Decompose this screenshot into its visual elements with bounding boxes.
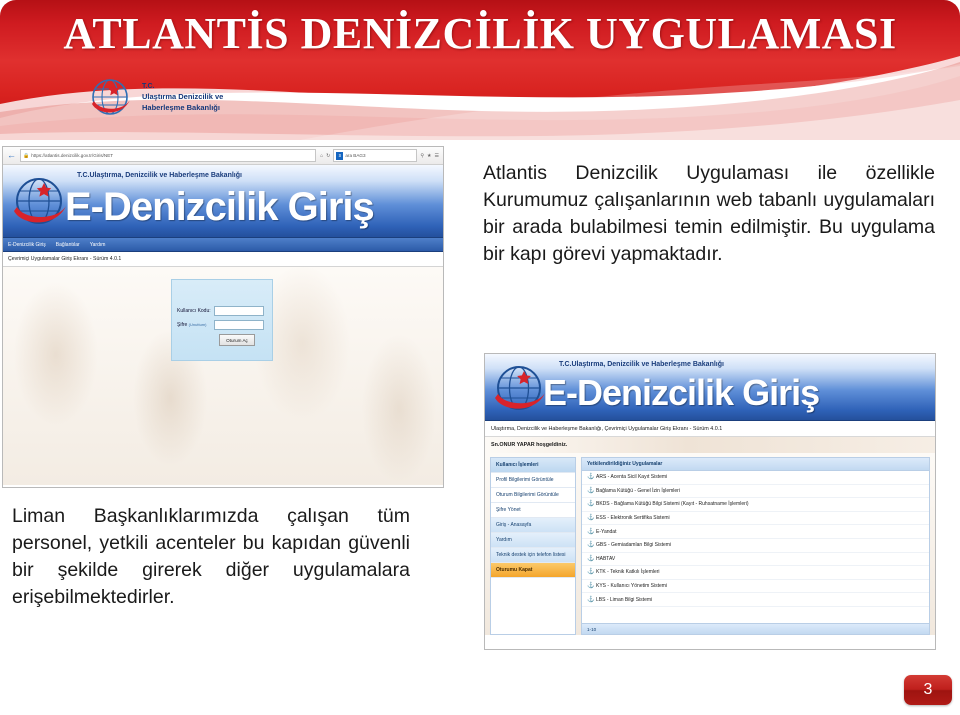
- portal-version-line: Ulaştırma, Denizcilik ve Haberleşme Baka…: [485, 421, 935, 437]
- lock-icon: 🔒: [23, 152, 30, 159]
- portal-header-loggedin: T.C.Ulaştırma, Denizcilik ve Haberleşme …: [485, 354, 935, 421]
- sidebar-item-oturumu-kapat[interactable]: Oturumu Kapat: [491, 563, 575, 578]
- refresh-icon[interactable]: ↻: [326, 153, 330, 159]
- username-row: Kullanıcı Kodu:: [177, 306, 272, 316]
- favorites-icon[interactable]: ★: [427, 153, 431, 159]
- portal-title: E-Denizcilik Giriş: [543, 372, 820, 413]
- list-item[interactable]: ⚓ Bağlama Kütüğü - Genel İzin İşlemleri: [582, 485, 929, 499]
- sidebar-item-giris-anasayfa[interactable]: Giriş - Anasayfa: [491, 518, 575, 533]
- login-form: Kullanıcı Kodu: Şifre (Unuttum) Oturum A…: [171, 279, 273, 361]
- anchor-icon: ⚓: [587, 569, 595, 576]
- ministry-line-1: Ulaştırma Denizcilik ve: [142, 92, 224, 102]
- anchor-icon: ⚓: [587, 583, 595, 590]
- anchor-icon: ⚓: [587, 555, 595, 562]
- anchor-icon: ⚓: [587, 474, 595, 481]
- list-item[interactable]: ⚓ E-Yandat: [582, 525, 929, 539]
- browser-search-value: ara BAG3: [345, 153, 366, 158]
- address-bar-url: https://atlantis.denizcilik.gov.tr/Giris…: [31, 153, 114, 158]
- page-number-badge: 3: [904, 675, 952, 705]
- list-item-label: Bağlama Kütüğü - Genel İzin İşlemleri: [596, 487, 680, 494]
- browser-search-box[interactable]: s ara BAG3: [333, 149, 418, 162]
- anchor-icon: ⚓: [587, 596, 595, 603]
- list-item-label: KTK - Teknik Katkılı İşlemleri: [596, 569, 660, 576]
- list-item-label: GBS - Gemiadamları Bilgi Sistemi: [596, 542, 672, 549]
- search-engine-icon: s: [336, 151, 344, 160]
- username-input[interactable]: [214, 306, 264, 316]
- page-title: ATLANTİS DENİZCİLİK UYGULAMASI: [63, 9, 897, 58]
- portal-title: E-Denizcilik Giriş: [65, 185, 375, 229]
- applications-list-header: Yetkilendirildiğiniz Uygulamalar: [582, 458, 929, 471]
- list-item-label: ESS - Elektronik Sertifika Sistemi: [596, 515, 670, 522]
- globe-crescent-star-icon: [88, 74, 134, 122]
- nav-item-baglantilar[interactable]: Bağlantılar: [56, 242, 80, 248]
- ministry-line-2: Haberleşme Bakanlığı: [142, 103, 220, 113]
- sidebar-item-profil-goruntule[interactable]: Profil Bilgilerimi Görüntüle: [491, 473, 575, 488]
- list-item[interactable]: ⚓ ARS - Acenta Sicil Kayıt Sistemi: [582, 471, 929, 485]
- anchor-icon: ⚓: [587, 501, 595, 508]
- list-item[interactable]: ⚓ GBS - Gemiadamları Bilgi Sistemi: [582, 539, 929, 553]
- list-item[interactable]: ⚓ KYS - Kullanıcı Yönetim Sistemi: [582, 580, 929, 594]
- portal-login-body: Kullanıcı Kodu: Şifre (Unuttum) Oturum A…: [3, 267, 443, 485]
- nav-item-giris[interactable]: E-Denizcilik Giriş: [8, 242, 46, 248]
- list-item[interactable]: ⚓ ESS - Elektronik Sertifika Sistemi: [582, 512, 929, 526]
- sidebar-item-teknik-destek[interactable]: Teknik destek için telefon listesi: [491, 548, 575, 563]
- list-item-label: HABTAV: [596, 555, 616, 562]
- password-input[interactable]: [214, 320, 264, 330]
- sidebar-item-sifre-yonet[interactable]: Şifre Yönet: [491, 503, 575, 518]
- sidebar-item-yardim[interactable]: Yardım: [491, 533, 575, 548]
- home-icon[interactable]: ⌂: [320, 153, 323, 159]
- anchor-icon: ⚓: [587, 515, 595, 522]
- intro-paragraph-left: Liman Başkanlıklarımızda çalışan tüm per…: [12, 505, 410, 608]
- authorized-applications-list: Yetkilendirildiğiniz Uygulamalar ⚓ ARS -…: [581, 457, 930, 635]
- ministry-logo-text: T.C. Ulaştırma Denizcilik ve Haberleşme …: [142, 82, 223, 114]
- browser-toolbar-right: ⌂ ↻ s ara BAG3 ⚲ ★ ☰: [320, 149, 439, 162]
- list-item-label: E-Yandat: [596, 528, 617, 535]
- portal-ministry-line: T.C.Ulaştırma, Denizcilik ve Haberleşme …: [559, 361, 724, 368]
- list-item-label: KYS - Kullanıcı Yönetim Sistemi: [596, 583, 668, 590]
- list-item-label: LBS - Liman Bilgi Sistemi: [596, 596, 653, 603]
- password-label: Şifre (Unuttum): [177, 322, 207, 328]
- globe-crescent-star-icon: [9, 171, 71, 233]
- portal-header-login: T.C.Ulaştırma, Denizcilik ve Haberleşme …: [3, 165, 443, 238]
- applications-list-footer: 1-10: [582, 623, 929, 634]
- sidebar-header-kullanici-islemleri: Kullanıcı İşlemleri: [491, 458, 575, 473]
- ministry-tc: T.C.: [142, 83, 155, 91]
- portal-welcome-message: Sn.ONUR YAPAR hoşgeldiniz.: [485, 437, 935, 453]
- intro-paragraph-right: Atlantis Denizcilik Uygulaması ile özell…: [483, 162, 935, 265]
- password-row: Şifre (Unuttum): [177, 320, 272, 330]
- portal-main-area: Kullanıcı İşlemleri Profil Bilgilerimi G…: [485, 453, 935, 635]
- anchor-icon: ⚓: [587, 542, 595, 549]
- menu-icon[interactable]: ☰: [435, 153, 439, 159]
- list-item[interactable]: ⚓ KTK - Teknik Katkılı İşlemleri: [582, 566, 929, 580]
- anchor-icon: ⚓: [587, 528, 595, 535]
- anchor-icon: ⚓: [587, 487, 595, 494]
- list-item[interactable]: ⚓ LBS - Liman Bilgi Sistemi: [582, 593, 929, 607]
- globe-crescent-star-icon: [491, 360, 549, 418]
- nav-item-yardim[interactable]: Yardım: [90, 242, 106, 248]
- screenshot-login-page: ← 🔒 https://atlantis.denizcilik.gov.tr/G…: [2, 146, 444, 488]
- browser-toolbar: ← 🔒 https://atlantis.denizcilik.gov.tr/G…: [3, 147, 443, 165]
- screenshot-portal-page: T.C.Ulaştırma, Denizcilik ve Haberleşme …: [484, 353, 936, 650]
- portal-version-line: Çevrimiçi Uygulamalar Giriş Ekranı - Sür…: [3, 252, 443, 267]
- search-icon[interactable]: ⚲: [420, 153, 424, 159]
- portal-navbar: E-Denizcilik Giriş Bağlantılar Yardım: [3, 238, 443, 252]
- portal-ministry-line: T.C.Ulaştırma, Denizcilik ve Haberleşme …: [77, 172, 242, 179]
- list-item-label: BKDS - Bağlama Kütüğü Bilgi Sistemi (Kay…: [596, 501, 749, 508]
- forgot-password-link[interactable]: (Unuttum): [189, 322, 207, 327]
- ministry-logo: T.C. Ulaştırma Denizcilik ve Haberleşme …: [88, 74, 223, 122]
- login-submit-button[interactable]: Oturum Aç: [219, 334, 255, 346]
- back-arrow-icon[interactable]: ←: [7, 151, 16, 160]
- list-item[interactable]: ⚓ BKDS - Bağlama Kütüğü Bilgi Sistemi (K…: [582, 498, 929, 512]
- list-item[interactable]: ⚓ HABTAV: [582, 553, 929, 567]
- username-label: Kullanıcı Kodu:: [177, 308, 211, 314]
- address-bar[interactable]: 🔒 https://atlantis.denizcilik.gov.tr/Gir…: [20, 149, 317, 162]
- portal-sidebar: Kullanıcı İşlemleri Profil Bilgilerimi G…: [490, 457, 576, 635]
- list-item-label: ARS - Acenta Sicil Kayıt Sistemi: [596, 474, 668, 481]
- sidebar-item-oturum-goruntule[interactable]: Oturum Bilgilerimi Görüntüle: [491, 488, 575, 503]
